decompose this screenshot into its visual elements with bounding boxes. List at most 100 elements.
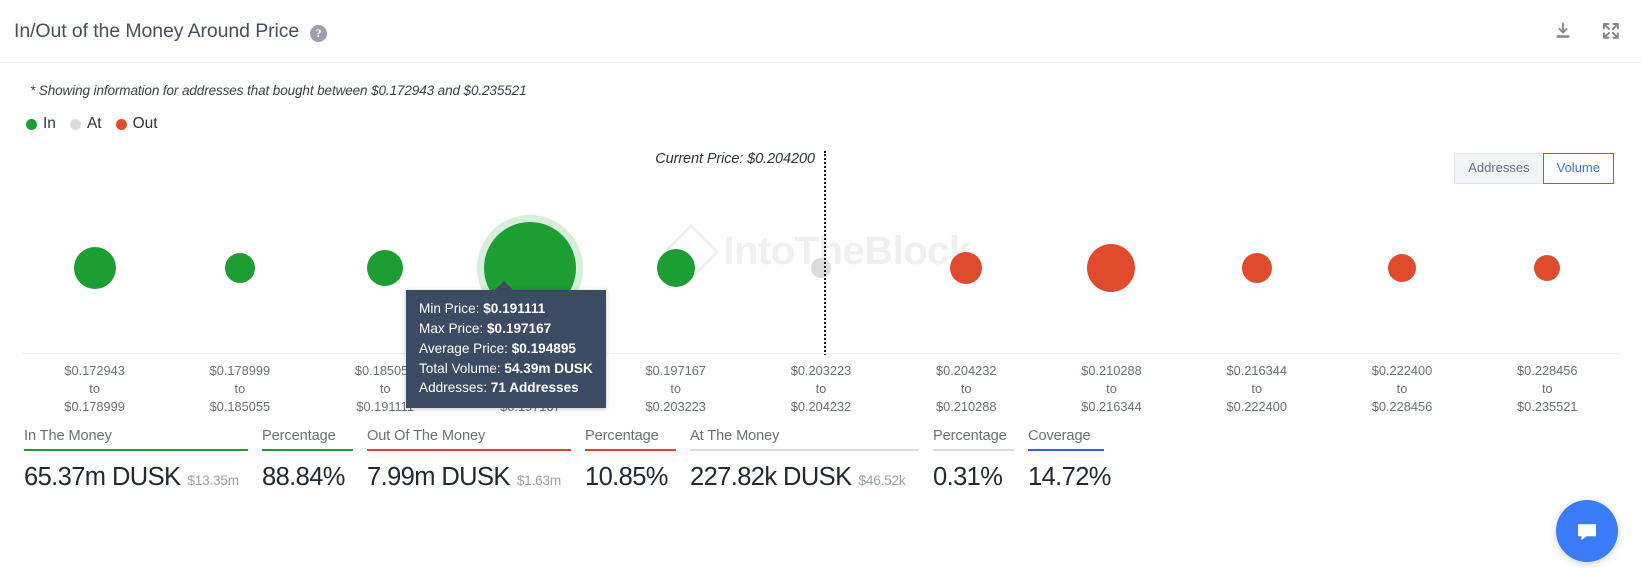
x-axis: $0.172943 to $0.178999 $0.178999 to $0.185055…	[22, 353, 1620, 415]
bubble-in[interactable]	[656, 249, 695, 287]
tooltip-label: Max Price:	[419, 320, 487, 336]
tooltip-row: Addresses: 71 Addresses	[419, 378, 593, 398]
bubble-cell	[894, 143, 1039, 353]
axis-tick: $0.172943 to $0.178999	[22, 354, 167, 415]
widget-header: In/Out of the Money Around Price ?	[0, 0, 1642, 63]
stat-value-main: 14.72%	[1028, 463, 1111, 491]
bubble-out[interactable]	[1087, 244, 1136, 292]
axis-tick: $0.204232 to $0.210288	[894, 354, 1039, 415]
tooltip-row: Max Price: $0.197167	[419, 319, 593, 339]
tick-separator: to	[89, 381, 100, 397]
tooltip-arrow	[494, 281, 514, 291]
bubble-out[interactable]	[1388, 254, 1417, 282]
stat-label: In The Money	[24, 428, 112, 444]
page-title: In/Out of the Money Around Price	[14, 19, 300, 42]
info-note: * Showing information for addresses that…	[30, 83, 527, 98]
stat-in-the-money: In The Money 65.37m DUSK $13.35m	[24, 428, 262, 492]
tick-until: $0.216344	[1081, 399, 1142, 415]
tick-until: $0.185055	[209, 399, 271, 415]
stat-value-main: 65.37m DUSK	[24, 463, 181, 491]
bubble-cell	[1329, 143, 1474, 353]
stat-value-main: 7.99m DUSK	[367, 463, 510, 491]
bubble-out[interactable]	[950, 252, 983, 284]
tick-from: $0.178999	[209, 363, 271, 378]
axis-tick: $0.228456 to $0.235521	[1475, 354, 1620, 414]
expand-icon[interactable]	[1600, 20, 1622, 42]
legend-dot-icon	[69, 118, 81, 130]
download-icon[interactable]	[1552, 20, 1574, 42]
tooltip-row: Total Volume: 54.39m DUSK	[419, 359, 593, 379]
bubble-chart: IntoTheBlock Current Price: $0.204200	[0, 143, 1642, 355]
stat-coverage: Coverage 14.72%	[1028, 428, 1118, 492]
summary-stats: In The Money 65.37m DUSK $13.35m Percentage…	[24, 428, 1618, 492]
tooltip-value: 71 Addresses	[490, 380, 579, 396]
tick-from: $0.197167	[645, 363, 706, 378]
stat-rule	[24, 449, 248, 451]
stat-label: Percentage	[585, 428, 659, 444]
bubble-cell	[1039, 143, 1184, 353]
bubble-at[interactable]	[810, 258, 831, 278]
tick-separator: to	[1251, 381, 1263, 397]
in-out-of-money-widget: In/Out of the Money Around Price ? * Sho…	[0, 0, 1642, 568]
question-mark-icon[interactable]: ?	[310, 24, 328, 42]
legend-item-in[interactable]: In	[26, 115, 56, 133]
current-price-label: Current Price: $0.204200	[655, 151, 815, 167]
axis-tick: $0.222400 to $0.228456	[1329, 354, 1474, 415]
bubble-in[interactable]	[224, 253, 255, 283]
tick-from: $0.228456	[1517, 363, 1578, 378]
tick-until: $0.228456	[1371, 399, 1433, 415]
tooltip-value: $0.194895	[511, 340, 576, 356]
tick-from: $0.222400	[1371, 363, 1433, 378]
toggle-volume[interactable]: Volume	[1542, 153, 1614, 184]
tick-separator: to	[670, 381, 682, 397]
tick-separator: to	[234, 381, 246, 397]
stat-value-main: 10.85%	[585, 463, 668, 491]
bubble-in[interactable]	[367, 250, 404, 286]
stat-label: Out Of The Money	[367, 428, 486, 444]
legend-item-at[interactable]: At	[69, 115, 102, 133]
legend-dot-icon	[26, 118, 37, 130]
tick-until: $0.204232	[790, 399, 852, 415]
current-price-line	[823, 151, 826, 355]
stat-label: Percentage	[933, 428, 1007, 444]
legend-item-out[interactable]: Out	[115, 115, 158, 133]
stat-label: At The Money	[690, 428, 780, 444]
bubble-cell	[167, 143, 312, 353]
bubble-out[interactable]	[1534, 255, 1561, 281]
tooltip-row: Average Price: $0.194895	[419, 339, 593, 359]
bubble-row	[22, 143, 1620, 353]
stat-value: 0.31%	[933, 463, 1014, 492]
stat-label: Coverage	[1028, 428, 1091, 444]
tick-separator: to	[1106, 381, 1117, 397]
bubble-cell	[1184, 143, 1329, 353]
stat-value-sub: $46.52k	[858, 473, 906, 488]
stat-at-the-money: At The Money 227.82k DUSK $46.52k	[690, 428, 933, 492]
chat-icon	[1578, 524, 1596, 541]
stat-value-sub: $1.63m	[516, 473, 561, 488]
tick-until: $0.210288	[935, 399, 997, 415]
bubble-cell	[22, 143, 167, 353]
stat-value-main: 227.82k DUSK	[690, 463, 852, 491]
bubble-in[interactable]	[73, 247, 116, 289]
tick-from: $0.204232	[935, 363, 997, 378]
axis-tick: $0.203223 to $0.204232	[748, 354, 893, 415]
chat-button[interactable]	[1556, 500, 1618, 562]
stat-percentage: Percentage 10.85%	[585, 428, 690, 492]
tick-from: $0.210288	[1081, 363, 1142, 378]
tooltip-label: Min Price:	[419, 301, 484, 316]
stat-percentage: Percentage 88.84%	[262, 428, 367, 492]
axis-tick: $0.210288 to $0.216344	[1039, 354, 1184, 415]
tick-until: $0.178999	[64, 399, 125, 415]
chart-legend: In At Out	[26, 115, 1642, 133]
tooltip-label: Addresses:	[419, 380, 491, 396]
header-actions	[1552, 20, 1622, 42]
tick-from: $0.203223	[790, 363, 852, 378]
bubble-out[interactable]	[1241, 253, 1272, 283]
tooltip-label: Average Price:	[419, 340, 512, 356]
tooltip-label: Total Volume:	[419, 360, 505, 376]
stat-value-sub: $13.35m	[187, 473, 239, 488]
tick-from: $0.216344	[1226, 363, 1288, 378]
bubble-cell	[603, 143, 748, 353]
stat-value: 14.72%	[1028, 463, 1111, 492]
stat-rule	[367, 449, 571, 451]
